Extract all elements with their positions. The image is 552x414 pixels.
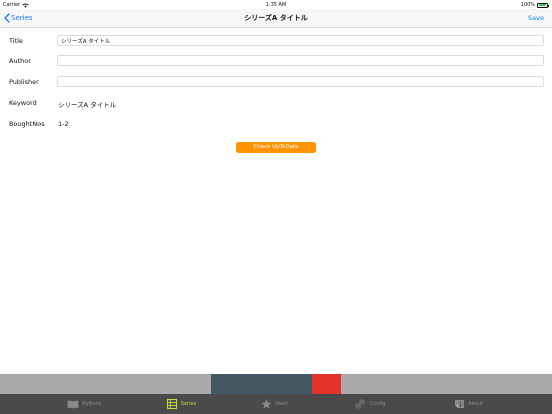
tab-want[interactable]: Want: [239, 394, 309, 414]
status-time: 1:35 AM: [265, 2, 287, 8]
page-title: シリーズA タイトル: [244, 14, 308, 22]
keyword-label: Keyword: [9, 99, 37, 107]
publisher-label: Publisher: [9, 78, 39, 86]
tab-series-label: Series: [180, 401, 197, 407]
tab-mybook-label: MyBook: [81, 401, 102, 407]
ad-banner[interactable]: [0, 374, 552, 394]
gear-icon: [354, 399, 366, 409]
boughtnos-label: BoughtNos: [9, 120, 45, 128]
author-row: Author: [0, 54, 552, 68]
ad-accent[interactable]: [312, 374, 341, 394]
title-row: Title: [0, 34, 552, 48]
boughtnos-row: BoughtNos 1-2: [0, 117, 552, 131]
tab-about-label: About: [468, 401, 483, 407]
info-icon: [453, 399, 465, 409]
tab-want-label: Want: [275, 401, 288, 407]
boughtnos-value: 1-2: [58, 120, 69, 128]
tab-series[interactable]: Series: [146, 394, 216, 414]
battery-percent: 100%: [520, 2, 535, 8]
tab-about[interactable]: About: [433, 394, 503, 414]
status-bar: Carrier 1:35 AM 100%: [0, 0, 552, 9]
author-field[interactable]: [57, 55, 544, 66]
tab-config[interactable]: Config: [335, 394, 405, 414]
publisher-row: Publisher: [0, 75, 552, 89]
keyword-value: シリーズA タイトル: [58, 101, 117, 109]
list-icon: [166, 399, 178, 409]
keyword-row: Keyword シリーズA タイトル: [0, 96, 552, 110]
tab-bar: MyBook Series Want Config About: [0, 394, 552, 414]
check-uptodate-button[interactable]: Check UpToDate: [236, 142, 316, 153]
navigation-bar: Series シリーズA タイトル Save: [0, 9, 552, 28]
title-field[interactable]: [57, 35, 544, 46]
book-icon: [67, 399, 79, 409]
tab-config-label: Config: [369, 401, 386, 407]
status-right: 100%: [520, 2, 549, 8]
title-label: Title: [9, 37, 23, 45]
star-icon: [260, 399, 272, 409]
tab-mybook[interactable]: MyBook: [49, 394, 119, 414]
save-button[interactable]: Save: [528, 14, 544, 22]
publisher-field[interactable]: [57, 76, 544, 87]
battery-icon: [537, 2, 549, 8]
author-label: Author: [9, 57, 31, 65]
ad-image[interactable]: [211, 374, 312, 394]
